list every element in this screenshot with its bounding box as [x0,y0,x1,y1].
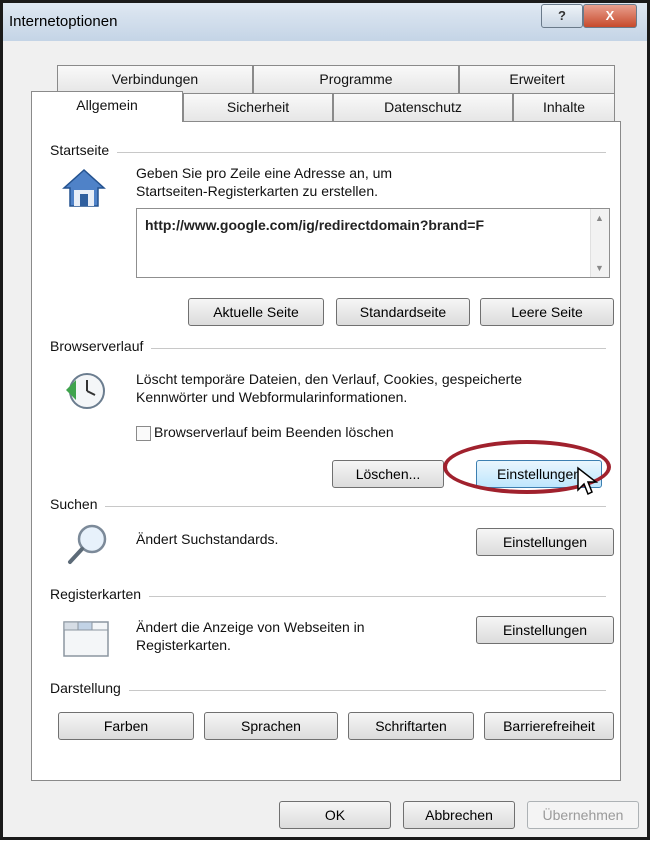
search-settings-button[interactable]: Einstellungen [476,528,614,556]
group-label-browserverlauf: Browserverlauf [50,338,152,354]
mouse-pointer-icon [577,466,599,496]
default-page-button[interactable]: Standardseite [336,298,470,326]
apply-button[interactable]: Übernehmen [527,801,639,829]
group-label-suchen: Suchen [50,496,106,512]
textarea-scrollbar[interactable]: ▲ ▼ [590,209,609,277]
title-bar: Internetoptionen ? X [3,3,647,41]
group-label-startseite: Startseite [50,142,118,158]
tab-inhalte[interactable]: Inhalte [513,93,615,121]
divider [50,152,606,153]
tab-datenschutz[interactable]: Datenschutz [333,93,513,121]
browserverlauf-description-line1: Löscht temporäre Dateien, den Verlauf, C… [136,371,523,387]
current-page-button[interactable]: Aktuelle Seite [188,298,324,326]
scroll-up-icon: ▲ [595,213,604,223]
tab-verbindungen[interactable]: Verbindungen [57,65,253,93]
startseite-description-line2: Startseiten-Registerkarten zu erstellen. [136,183,378,199]
scroll-down-icon: ▼ [595,263,604,273]
house-icon [62,168,106,207]
close-icon: X [605,8,615,23]
homepage-url-value: http://www.google.com/ig/redirectdomain?… [145,217,484,233]
internet-options-dialog: Internetoptionen ? X Verbindungen Progra… [0,0,650,840]
group-label-registerkarten: Registerkarten [50,586,150,602]
delete-on-exit-checkbox[interactable] [136,426,151,441]
startseite-description-line1: Geben Sie pro Zeile eine Adresse an, um [136,165,393,181]
fonts-button[interactable]: Schriftarten [348,712,474,740]
cancel-button[interactable]: Abbrechen [403,801,515,829]
close-button[interactable]: X [583,4,637,28]
help-icon: ? [558,8,566,23]
divider [50,506,606,507]
divider [50,690,606,691]
group-label-darstellung: Darstellung [50,680,129,696]
homepage-url-textarea[interactable]: http://www.google.com/ig/redirectdomain?… [136,208,610,278]
tabs-settings-button[interactable]: Einstellungen [476,616,614,644]
tab-erweitert[interactable]: Erweitert [459,65,615,93]
window-title: Internetoptionen [9,13,118,30]
tab-programme[interactable]: Programme [253,65,459,93]
registerkarten-description-line2: Registerkarten. [136,637,231,653]
magnifier-icon [68,524,107,564]
colors-button[interactable]: Farben [58,712,194,740]
clock-history-icon [66,373,105,409]
suchen-description: Ändert Suchstandards. [136,531,279,547]
languages-button[interactable]: Sprachen [204,712,338,740]
tabs-window-icon [63,621,109,657]
accessibility-button[interactable]: Barrierefreiheit [484,712,614,740]
registerkarten-description-line1: Ändert die Anzeige von Webseiten in [136,619,365,635]
help-button[interactable]: ? [541,4,583,28]
tab-sicherheit[interactable]: Sicherheit [183,93,333,121]
blank-page-button[interactable]: Leere Seite [480,298,614,326]
delete-history-button[interactable]: Löschen... [332,460,444,488]
tab-allgemein[interactable]: Allgemein [31,91,183,122]
delete-on-exit-label[interactable]: Browserverlauf beim Beenden löschen [154,423,394,442]
browserverlauf-description-line2: Kennwörter und Webformularinformationen. [136,389,408,405]
ok-button[interactable]: OK [279,801,391,829]
